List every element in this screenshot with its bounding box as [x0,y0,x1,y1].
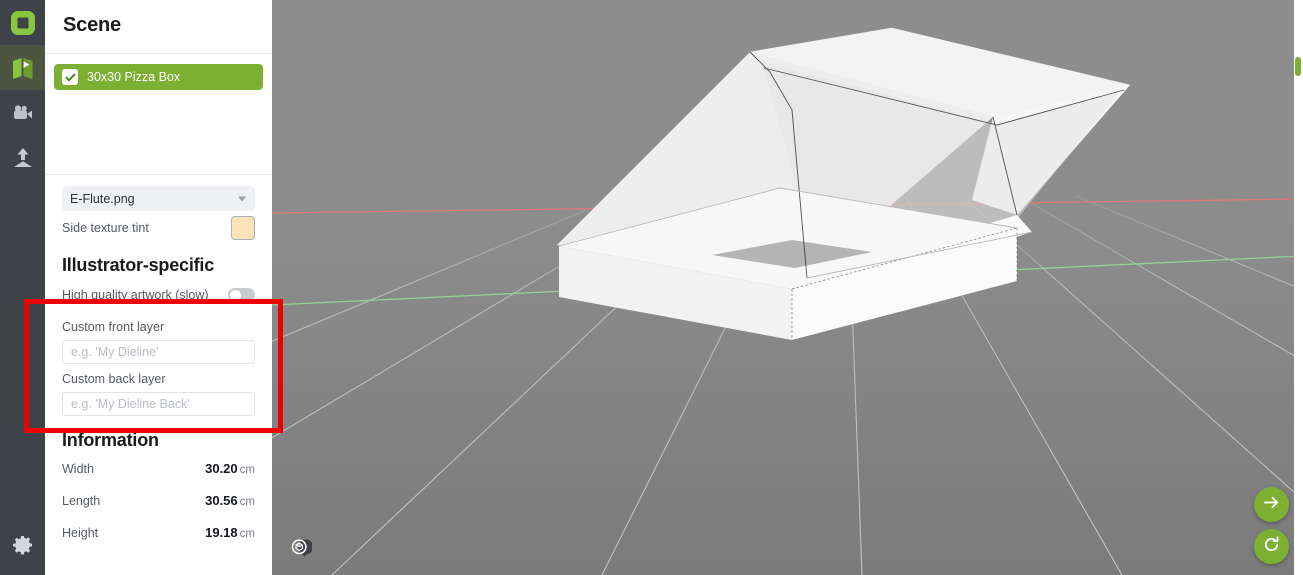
custom-front-layer-input[interactable] [62,340,255,364]
side-texture-tint-row: Side texture tint [62,211,255,245]
info-unit: cm [239,464,255,476]
logo-icon [10,10,36,36]
custom-front-layer-label: Custom front layer [62,320,165,334]
info-key: Width [62,462,94,476]
high-quality-artwork-label: High quality artwork (slow) [62,288,209,302]
information-section-heading: Information [62,430,159,450]
check-icon [65,73,75,81]
side-texture-tint-swatch[interactable] [231,216,255,240]
scene-item-checkbox[interactable] [62,69,78,85]
next-button[interactable] [1254,487,1289,522]
viewport-3d[interactable] [272,0,1303,575]
scene-object-list: 30x30 Pizza Box [45,54,272,158]
panel-content: E-Flute.png Side texture tint Illustrato… [45,186,272,549]
export-icon [10,145,36,171]
side-texture-tint-label: Side texture tint [62,221,149,235]
rail-item-logo[interactable] [0,0,45,45]
gear-icon [11,533,35,557]
info-value: 30.20 [205,461,238,476]
high-quality-artwork-toggle[interactable] [228,288,255,302]
info-key: Height [62,526,99,540]
fit-view-icon[interactable] [284,534,314,562]
texture-select-value: E-Flute.png [70,191,135,206]
info-row-height: Height 19.18 cm [62,517,255,549]
info-unit: cm [239,528,255,540]
info-value: 19.18 [205,525,238,540]
info-value-group: 30.56 cm [205,492,255,510]
rail-item-settings[interactable] [0,522,45,567]
rail-item-model[interactable] [0,45,45,90]
scene-item-label: 30x30 Pizza Box [87,70,181,84]
icon-rail [0,0,45,575]
toggle-knob [229,289,241,301]
rail-item-camera[interactable] [0,90,45,135]
info-unit: cm [239,496,255,508]
high-quality-artwork-row: High quality artwork (slow) [62,278,255,312]
illustrator-section-heading: Illustrator-specific [62,255,215,275]
scene-panel: Scene 30x30 Pizza Box E-Flute.png Side t… [45,0,272,575]
info-value: 30.56 [205,493,238,508]
info-key: Length [62,494,101,508]
camera-icon [10,100,36,126]
page-title: Scene [63,14,121,36]
refresh-icon [1262,535,1281,559]
arrow-right-icon [1262,493,1281,517]
chevron-down-icon [238,196,246,201]
info-row-length: Length 30.56 cm [62,485,255,517]
scene-list-item[interactable]: 30x30 Pizza Box [54,64,263,90]
info-value-group: 30.20 cm [205,460,255,478]
info-value-group: 19.18 cm [205,524,255,542]
reset-view-button[interactable] [1254,529,1289,564]
panel-divider-list [45,174,272,175]
texture-select[interactable]: E-Flute.png [62,186,255,211]
rail-item-export[interactable] [0,135,45,180]
model-icon [10,55,36,81]
panel-scrollbar-thumb[interactable] [1295,57,1301,76]
custom-back-layer-input[interactable] [62,392,255,416]
panel-scrollbar[interactable] [1294,0,1303,575]
custom-back-layer-label: Custom back layer [62,372,166,386]
info-row-width: Width 30.20 cm [62,453,255,485]
pizza-box-model[interactable] [272,0,1303,575]
